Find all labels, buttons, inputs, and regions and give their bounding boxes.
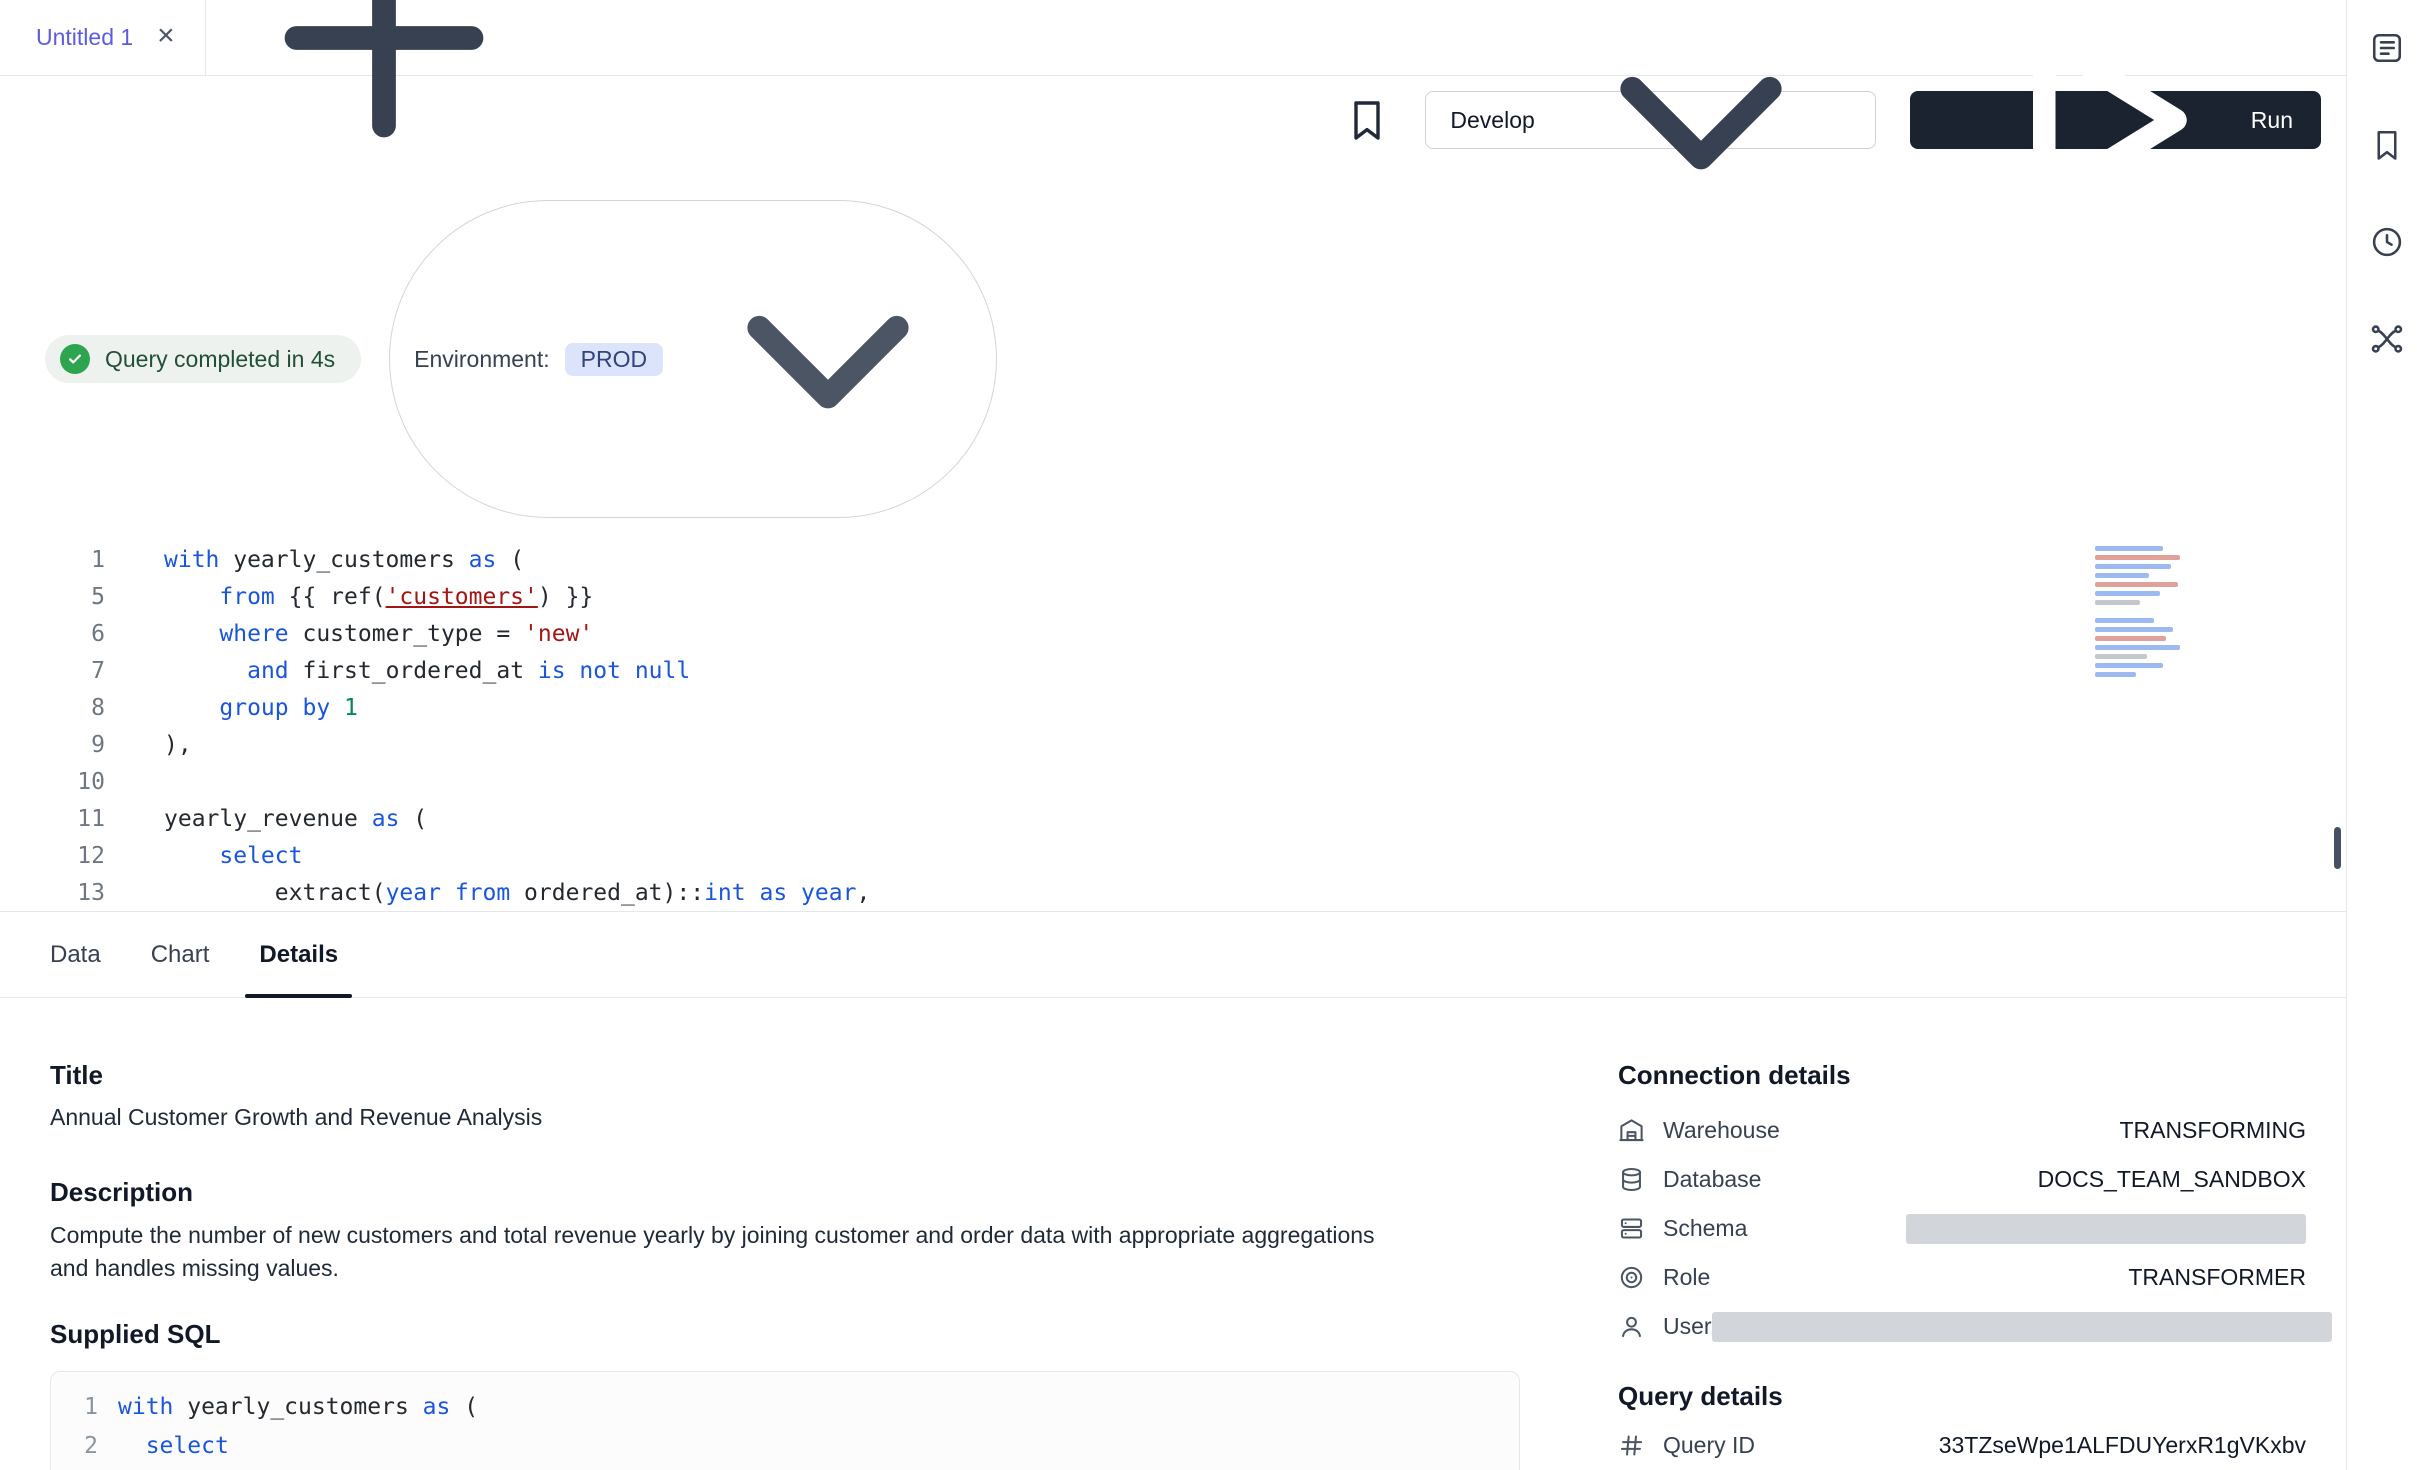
sql-editor[interactable]: 1with yearly_customers as (5 from {{ ref… (0, 532, 2346, 912)
connection-row: Schema (1618, 1204, 2306, 1253)
code-line: 3 extract(year from first_ordered_at)::i… (51, 1466, 1519, 1470)
query-status-pill: Query completed in 4s (45, 335, 361, 383)
supplied-sql-heading: Supplied SQL (50, 1319, 1520, 1349)
details-left-column: Title Annual Customer Growth and Revenue… (50, 1060, 1520, 1470)
results-tabs: Data Chart Details (0, 912, 2346, 998)
bookmark-icon[interactable] (2369, 127, 2405, 163)
redacted-value (1712, 1312, 2332, 1342)
connection-row: Database DOCS_TEAM_SANDBOX (1618, 1155, 2306, 1204)
row-value: DOCS_TEAM_SANDBOX (2038, 1166, 2306, 1193)
row-value: 33TZseWpe1ALFDUYerxR1gVKxbv (1939, 1432, 2306, 1459)
code-line: 9), (0, 727, 2346, 764)
code-line: 1with yearly_customers as ( (0, 542, 2346, 579)
row-label: Query ID (1663, 1432, 1755, 1459)
tab-details[interactable]: Details (259, 912, 338, 997)
code-line: 6 where customer_type = 'new' (0, 616, 2346, 653)
details-panel: Title Annual Customer Growth and Revenue… (0, 998, 2346, 1470)
query-description: Compute the number of new customers and … (50, 1219, 1380, 1285)
app-root: Untitled 1 × Develop (0, 0, 2426, 1470)
title-heading: Title (50, 1060, 1520, 1090)
minimap[interactable] (2095, 546, 2213, 681)
description-heading: Description (50, 1177, 1520, 1207)
details-right-column: Connection details Warehouse TRANSFORMING… (1618, 1060, 2306, 1470)
warehouse-icon (1618, 1117, 1645, 1144)
run-button[interactable]: Run (1910, 91, 2321, 149)
new-tab-button[interactable] (206, 0, 562, 75)
develop-label: Develop (1450, 107, 1534, 134)
environment-value-chip: PROD (565, 343, 663, 376)
redacted-value (1906, 1214, 2306, 1244)
environment-selector[interactable]: Environment: PROD (389, 200, 997, 518)
tab-untitled-1[interactable]: Untitled 1 × (0, 0, 206, 75)
connection-row: Warehouse TRANSFORMING (1618, 1106, 2306, 1155)
bookmark-button[interactable] (1343, 96, 1391, 144)
query-details-row: Query ID 33TZseWpe1ALFDUYerxR1gVKxbv (1618, 1421, 2306, 1470)
code-line: 10 (0, 764, 2346, 801)
connection-row: User (1618, 1302, 2306, 1351)
toolbar: Develop Run (0, 76, 2346, 164)
supplied-sql-block: 1with yearly_customers as (2 select3 ext… (50, 1371, 1520, 1470)
code-line: 7 and first_ordered_at is not null (0, 653, 2346, 690)
tab-chart[interactable]: Chart (151, 912, 210, 997)
run-label: Run (2251, 107, 2293, 134)
query-status-text: Query completed in 4s (105, 346, 335, 373)
row-label: Database (1663, 1166, 1761, 1193)
row-label: Role (1663, 1264, 1710, 1291)
close-icon[interactable]: × (157, 21, 175, 51)
lineage-icon[interactable] (2369, 321, 2405, 357)
success-check-icon (60, 344, 90, 374)
develop-dropdown[interactable]: Develop (1425, 91, 1875, 149)
code-line: 5 from {{ ref('customers') }} (0, 579, 2346, 616)
code-line: 11yearly_revenue as ( (0, 801, 2346, 838)
query-list-icon[interactable] (2369, 30, 2405, 66)
row-label: User (1663, 1313, 1712, 1340)
row-label: Schema (1663, 1215, 1747, 1242)
environment-label: Environment: (414, 346, 550, 373)
query-details-heading: Query details (1618, 1381, 2306, 1411)
row-value: TRANSFORMER (2128, 1264, 2306, 1291)
status-row: Query completed in 4s Environment: PROD (0, 164, 2346, 532)
tab-label: Untitled 1 (36, 24, 133, 51)
schema-icon (1618, 1215, 1645, 1242)
right-rail (2346, 0, 2426, 1470)
code-line: 1with yearly_customers as ( (51, 1388, 1519, 1427)
role-icon (1618, 1264, 1645, 1291)
row-label: Warehouse (1663, 1117, 1780, 1144)
hash-icon (1618, 1432, 1645, 1459)
query-title: Annual Customer Growth and Revenue Analy… (50, 1104, 1520, 1131)
supplied-sql-code: 1with yearly_customers as (2 select3 ext… (51, 1388, 1519, 1470)
bookmark-icon (1343, 96, 1391, 144)
query-details-rows: Query ID33TZseWpe1ALFDUYerxR1gVKxbvDurat… (1618, 1421, 2306, 1470)
row-value: TRANSFORMING (2119, 1117, 2306, 1144)
code-line: 8 group by 1 (0, 690, 2346, 727)
connection-details-rows: Warehouse TRANSFORMING Database DOCS_TEAM_S… (1618, 1106, 2306, 1351)
code-line: 2 select (51, 1427, 1519, 1466)
code-line: 12 select (0, 838, 2346, 875)
editor-code: 1with yearly_customers as (5 from {{ ref… (0, 542, 2346, 912)
editor-scrollbar[interactable] (2334, 827, 2341, 869)
history-icon[interactable] (2369, 224, 2405, 260)
code-line: 13 extract(year from ordered_at)::int as… (0, 875, 2346, 912)
user-icon (1618, 1313, 1645, 1340)
chevron-down-icon (678, 209, 978, 509)
connection-row: Role TRANSFORMER (1618, 1253, 2306, 1302)
connection-details-heading: Connection details (1618, 1060, 2306, 1090)
main-area: Untitled 1 × Develop (0, 0, 2346, 1470)
tab-data[interactable]: Data (50, 912, 101, 997)
database-icon (1618, 1166, 1645, 1193)
